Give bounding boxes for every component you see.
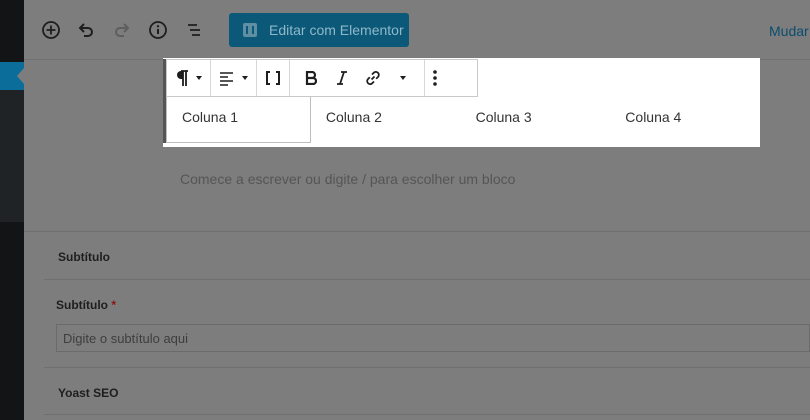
block-navigation-icon[interactable] [182, 18, 206, 42]
more-formats-dropdown[interactable] [388, 60, 418, 96]
switch-link[interactable]: Mudar [769, 23, 809, 39]
undo-icon[interactable] [74, 18, 98, 42]
subtitle-label-text: Subtítulo [56, 298, 108, 312]
block-toolbar [166, 59, 478, 97]
required-mark: * [111, 298, 116, 312]
edit-with-elementor-label: Editar com Elementor [269, 22, 404, 38]
table-cell[interactable]: Coluna 4 [610, 97, 760, 143]
more-options-icon[interactable] [433, 60, 437, 96]
editor-header: Editar com Elementor Mudar [24, 0, 810, 60]
italic-icon[interactable] [326, 60, 358, 96]
subtitle-box-title[interactable]: Subtítulo [58, 250, 110, 264]
info-icon[interactable] [146, 18, 170, 42]
redo-icon[interactable] [110, 18, 134, 42]
chevron-down-icon [400, 76, 406, 80]
divider [44, 279, 810, 280]
more-group [425, 60, 445, 96]
divider [44, 367, 810, 368]
sidebar-active-arrow-icon [17, 68, 24, 84]
format-group [290, 60, 425, 96]
yoast-seo-box-title[interactable]: Yoast SEO [58, 386, 118, 400]
table-cell[interactable]: Coluna 1 [166, 97, 311, 143]
chevron-down-icon [196, 76, 202, 80]
subtitle-input[interactable] [56, 324, 810, 352]
sidebar-submenu [0, 90, 24, 222]
edit-with-elementor-button[interactable]: Editar com Elementor [229, 13, 409, 47]
block-placeholder[interactable]: Comece a escrever ou digite / para escol… [180, 171, 515, 187]
block-bracket-icon[interactable] [265, 60, 281, 96]
elementor-icon [243, 23, 257, 37]
link-icon[interactable] [358, 60, 388, 96]
align-left-icon[interactable] [219, 60, 248, 96]
divider [44, 414, 810, 415]
table-row: Coluna 1 Coluna 2 Coluna 3 Coluna 4 [166, 97, 760, 143]
paragraph-icon[interactable] [175, 60, 202, 96]
meta-boxes: Subtítulo Subtítulo * Yoast SEO [24, 231, 810, 420]
table-cell[interactable]: Coluna 3 [461, 97, 611, 143]
table-cell[interactable]: Coluna 2 [311, 97, 461, 143]
bold-icon[interactable] [296, 60, 326, 96]
add-block-icon[interactable] [39, 18, 63, 42]
admin-sidebar [0, 0, 24, 420]
alignment-group [211, 60, 257, 96]
chevron-down-icon [242, 76, 248, 80]
block-type-group [167, 60, 211, 96]
subtitle-field-label: Subtítulo * [56, 298, 116, 312]
block-width-group [257, 60, 290, 96]
